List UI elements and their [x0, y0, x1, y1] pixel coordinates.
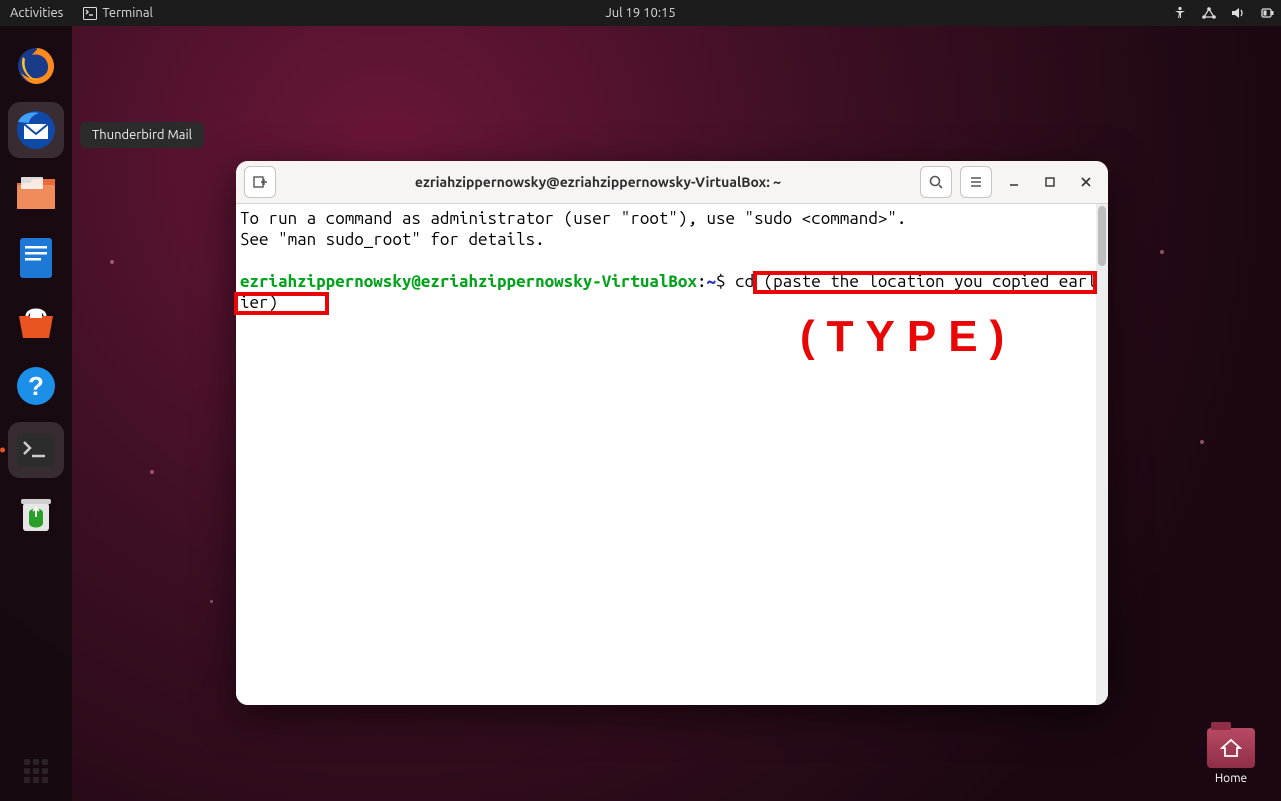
dock-app-help[interactable]: ?: [8, 358, 64, 414]
dock-app-terminal[interactable]: [8, 422, 64, 478]
maximize-button[interactable]: [1036, 168, 1064, 196]
dock-app-firefox[interactable]: [8, 38, 64, 94]
window-titlebar[interactable]: ezriahzippernowsky@ezriahzippernowsky-Vi…: [236, 161, 1108, 204]
activities-label: Activities: [10, 6, 63, 20]
dock-app-trash[interactable]: [8, 486, 64, 542]
new-tab-button[interactable]: [244, 166, 276, 198]
window-title: ezriahzippernowsky@ezriahzippernowsky-Vi…: [284, 174, 912, 190]
close-button[interactable]: [1072, 168, 1100, 196]
hamburger-icon: [968, 174, 984, 190]
top-bar: Activities Terminal Jul 19 10:15: [0, 0, 1281, 26]
search-icon: [928, 174, 944, 190]
dock-app-thunderbird[interactable]: [8, 102, 64, 158]
dock-tooltip-label: Thunderbird Mail: [92, 128, 192, 142]
datetime-label: Jul 19 10:15: [605, 6, 675, 20]
search-button[interactable]: [920, 166, 952, 198]
prompt-dollar: $: [716, 272, 726, 291]
close-icon: [1080, 176, 1092, 188]
thunderbird-icon: [15, 109, 57, 151]
minimize-button[interactable]: [1000, 168, 1028, 196]
dock-tooltip: Thunderbird Mail: [80, 122, 204, 148]
dock-app-files[interactable]: [8, 166, 64, 222]
terminal-icon: [83, 7, 97, 20]
desktop-home-icon[interactable]: Home: [1201, 728, 1261, 785]
terminal-window: ezriahzippernowsky@ezriahzippernowsky-Vi…: [236, 161, 1108, 705]
app-menu-button[interactable]: Terminal: [73, 0, 163, 26]
terminal-scrollbar[interactable]: [1096, 204, 1108, 705]
house-icon: [1220, 738, 1242, 758]
prompt-colon: :: [697, 272, 707, 291]
terminal-body[interactable]: To run a command as administrator (user …: [236, 204, 1108, 705]
help-icon: ?: [15, 365, 57, 407]
volume-icon[interactable]: [1231, 6, 1246, 20]
desktop-home-label: Home: [1215, 772, 1247, 785]
minimize-icon: [1008, 176, 1020, 188]
term-line-2: See "man sudo_root" for details.: [240, 230, 545, 249]
new-tab-icon: [252, 174, 268, 190]
terminal-app-icon: [15, 431, 57, 469]
battery-icon[interactable]: [1260, 6, 1275, 20]
software-icon: [15, 302, 57, 342]
network-icon[interactable]: [1201, 6, 1217, 20]
dock-app-writer[interactable]: [8, 230, 64, 286]
scrollbar-thumb[interactable]: [1098, 206, 1106, 266]
command-text-1: cd (paste the location you copied: [726, 272, 1059, 291]
activities-button[interactable]: Activities: [0, 0, 73, 26]
firefox-icon: [15, 45, 57, 87]
clock-button[interactable]: Jul 19 10:15: [595, 0, 685, 26]
svg-text:?: ?: [28, 371, 44, 401]
app-menu-label: Terminal: [102, 6, 153, 20]
writer-icon: [16, 236, 56, 280]
menu-button[interactable]: [960, 166, 992, 198]
prompt-user: ezriahzippernowsky@ezriahzippernowsky-Vi…: [240, 272, 697, 291]
files-icon: [15, 175, 57, 213]
prompt-path: ~: [707, 272, 717, 291]
term-line-1: To run a command as administrator (user …: [240, 209, 906, 228]
desktop-root: Activities Terminal Jul 19 10:15: [0, 0, 1281, 801]
accessibility-icon[interactable]: [1173, 6, 1187, 20]
trash-icon: [17, 493, 55, 535]
maximize-icon: [1044, 176, 1056, 188]
dock: ?: [0, 26, 72, 801]
dock-app-software[interactable]: [8, 294, 64, 350]
